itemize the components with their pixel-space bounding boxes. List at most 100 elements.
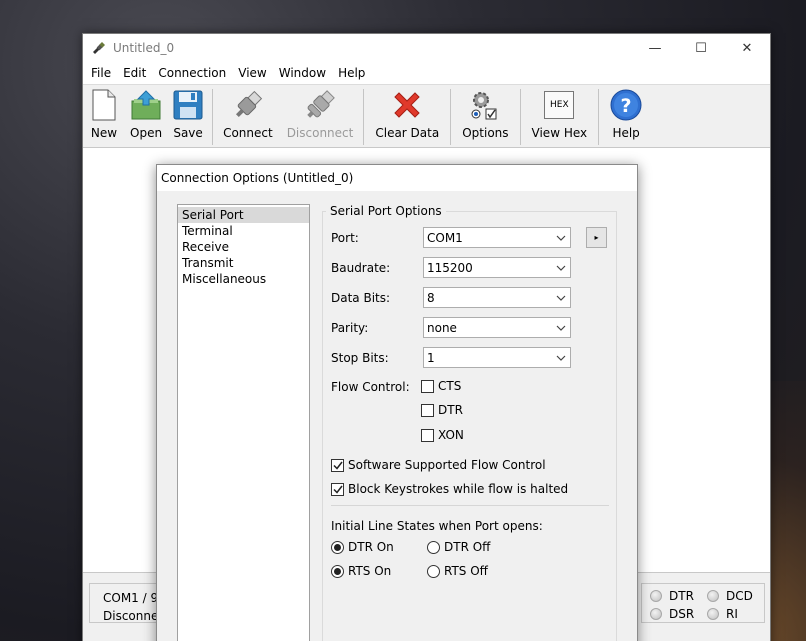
menu-view[interactable]: View bbox=[232, 66, 272, 80]
connect-label: Connect bbox=[223, 126, 273, 140]
dialog-title-bar[interactable]: Connection Options (Untitled_0) bbox=[157, 165, 637, 191]
chevron-down-icon bbox=[552, 228, 570, 247]
nav-terminal[interactable]: Terminal bbox=[178, 223, 309, 239]
minimize-button[interactable]: — bbox=[632, 34, 678, 62]
baudrate-label: Baudrate: bbox=[331, 261, 391, 275]
toolbar-separator bbox=[450, 89, 452, 145]
baudrate-select[interactable]: 115200 bbox=[423, 257, 571, 278]
dcd-led-label: DCD bbox=[726, 589, 753, 603]
radio-button bbox=[331, 564, 344, 578]
help-button[interactable]: ? Help bbox=[602, 89, 650, 140]
save-label: Save bbox=[173, 126, 203, 140]
close-button[interactable]: ✕ bbox=[724, 34, 770, 62]
window-title: Untitled_0 bbox=[113, 41, 175, 55]
maximize-button[interactable]: ☐ bbox=[678, 34, 724, 62]
line-state-leds: DTR DCD DSR RI bbox=[641, 583, 765, 623]
toolbar: New Open Save Connect Disconnect Clear D… bbox=[83, 84, 770, 148]
rts-on-radio[interactable]: RTS On bbox=[331, 564, 391, 578]
dsr-led: DSR bbox=[650, 607, 694, 621]
plug-app-icon bbox=[93, 42, 105, 54]
checkbox-box bbox=[421, 403, 434, 417]
stop-bits-select[interactable]: 1 bbox=[423, 347, 571, 368]
red-x-icon bbox=[394, 92, 420, 118]
hex-icon: HEX bbox=[544, 91, 575, 119]
new-label: New bbox=[90, 126, 118, 140]
checkmark-icon bbox=[332, 485, 343, 494]
save-floppy-icon bbox=[173, 90, 203, 120]
port-more-button[interactable]: ▸ bbox=[586, 227, 607, 248]
menu-connection[interactable]: Connection bbox=[152, 66, 232, 80]
toolbar-separator bbox=[363, 89, 365, 145]
chevron-down-icon bbox=[552, 348, 570, 367]
menu-edit[interactable]: Edit bbox=[117, 66, 152, 80]
software-flow-label: Software Supported Flow Control bbox=[348, 458, 546, 472]
connect-button[interactable]: Connect bbox=[216, 89, 280, 140]
group-title: Serial Port Options bbox=[326, 204, 446, 218]
radio-button bbox=[427, 540, 440, 554]
dcd-led: DCD bbox=[707, 589, 753, 603]
nav-receive[interactable]: Receive bbox=[178, 239, 309, 255]
toolbar-separator bbox=[519, 89, 521, 145]
window-controls: — ☐ ✕ bbox=[632, 34, 770, 62]
software-flow-checkbox[interactable]: Software Supported Flow Control bbox=[331, 458, 546, 472]
toolbar-separator bbox=[212, 89, 214, 145]
nav-serial-port[interactable]: Serial Port bbox=[178, 207, 309, 223]
dtr-checkbox[interactable]: DTR bbox=[421, 403, 463, 417]
dsr-led-label: DSR bbox=[669, 607, 695, 621]
data-bits-select[interactable]: 8 bbox=[423, 287, 571, 308]
menu-bar: File Edit Connection View Window Help bbox=[83, 62, 770, 84]
clear-data-label: Clear Data bbox=[375, 126, 440, 140]
data-bits-value: 8 bbox=[427, 290, 435, 305]
toolbar-separator bbox=[598, 89, 600, 145]
port-value: COM1 bbox=[427, 230, 463, 245]
menu-window[interactable]: Window bbox=[273, 66, 332, 80]
rts-on-label: RTS On bbox=[348, 564, 392, 578]
save-button[interactable]: Save bbox=[167, 89, 209, 140]
new-document-icon bbox=[92, 89, 116, 121]
cts-checkbox[interactable]: CTS bbox=[421, 379, 461, 393]
xon-checkbox[interactable]: XON bbox=[421, 428, 464, 442]
open-button[interactable]: Open bbox=[125, 89, 167, 140]
block-keystrokes-label: Block Keystrokes while flow is halted bbox=[348, 482, 569, 496]
svg-text:?: ? bbox=[621, 95, 632, 117]
dtr-on-radio[interactable]: DTR On bbox=[331, 540, 394, 554]
help-question-icon: ? bbox=[610, 89, 642, 121]
dtr-off-radio[interactable]: DTR Off bbox=[427, 540, 490, 554]
checkmark-icon bbox=[332, 461, 343, 470]
connection-options-dialog: Connection Options (Untitled_0) Serial P… bbox=[156, 164, 638, 641]
options-button[interactable]: Options bbox=[454, 89, 516, 140]
dialog-title: Connection Options (Untitled_0) bbox=[161, 171, 354, 185]
new-button[interactable]: New bbox=[83, 89, 125, 140]
port-label: Port: bbox=[331, 231, 359, 245]
disconnect-button[interactable]: Disconnect bbox=[280, 89, 361, 140]
dtr-led: DTR bbox=[650, 589, 694, 603]
section-divider bbox=[331, 505, 609, 506]
parity-value: none bbox=[427, 320, 457, 335]
options-category-list: Serial Port Terminal Receive Transmit Mi… bbox=[177, 204, 310, 641]
chevron-down-icon bbox=[552, 288, 570, 307]
radio-button bbox=[427, 564, 440, 578]
help-label: Help bbox=[612, 126, 640, 140]
disconnect-label: Disconnect bbox=[286, 126, 354, 140]
nav-transmit[interactable]: Transmit bbox=[178, 255, 309, 271]
checkbox-box bbox=[421, 379, 434, 393]
stop-bits-value: 1 bbox=[427, 350, 435, 365]
parity-select[interactable]: none bbox=[423, 317, 571, 338]
view-hex-label: View Hex bbox=[531, 126, 588, 140]
data-bits-label: Data Bits: bbox=[331, 291, 391, 305]
led-indicator bbox=[707, 608, 719, 620]
parity-label: Parity: bbox=[331, 321, 369, 335]
title-bar[interactable]: Untitled_0 — ☐ ✕ bbox=[83, 34, 770, 62]
menu-file[interactable]: File bbox=[85, 66, 117, 80]
block-keystrokes-checkbox[interactable]: Block Keystrokes while flow is halted bbox=[331, 482, 568, 496]
view-hex-button[interactable]: HEX View Hex bbox=[524, 89, 596, 140]
menu-help[interactable]: Help bbox=[332, 66, 371, 80]
nav-miscellaneous[interactable]: Miscellaneous bbox=[178, 271, 309, 287]
clear-data-button[interactable]: Clear Data bbox=[367, 89, 447, 140]
xon-label: XON bbox=[438, 428, 464, 442]
port-select[interactable]: COM1 bbox=[423, 227, 571, 248]
rts-off-radio[interactable]: RTS Off bbox=[427, 564, 488, 578]
ri-led-label: RI bbox=[726, 607, 738, 621]
open-label: Open bbox=[130, 126, 163, 140]
line-states-label: Initial Line States when Port opens: bbox=[331, 519, 543, 533]
